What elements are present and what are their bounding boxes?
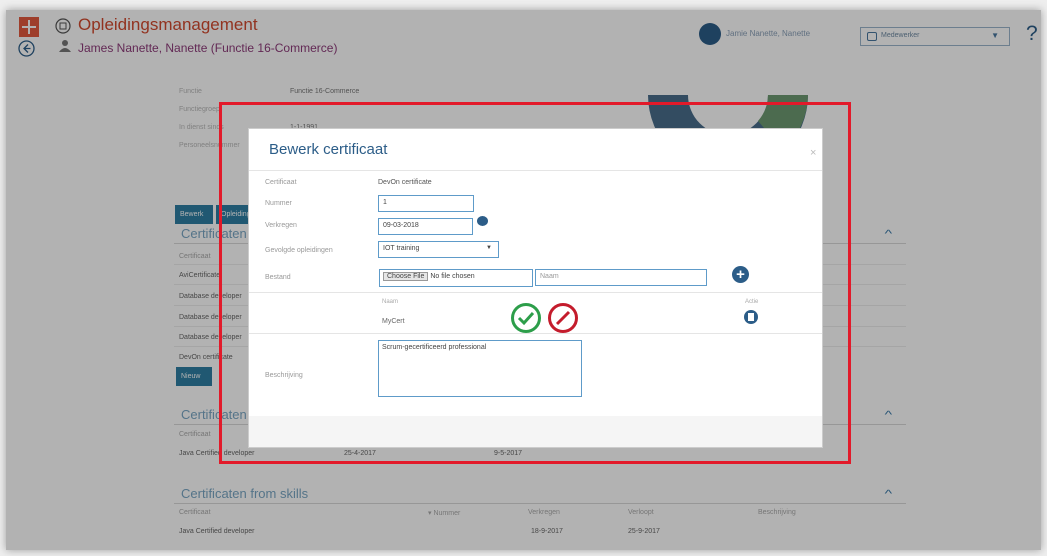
app-window: Opleidingsmanagement James Nanette, Nane… [6, 10, 1041, 550]
highlight-frame [219, 102, 851, 464]
